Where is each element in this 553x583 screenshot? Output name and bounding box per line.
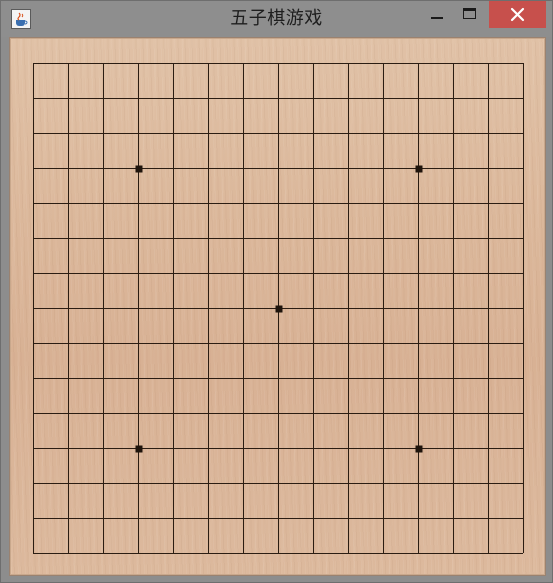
- game-window: 五子棋游戏: [0, 0, 553, 583]
- star-point: [275, 305, 283, 313]
- star-point: [415, 445, 423, 453]
- board-frame: [9, 37, 546, 576]
- maximize-icon: [463, 8, 476, 19]
- maximize-button[interactable]: [456, 1, 484, 28]
- minimize-button[interactable]: [422, 1, 450, 28]
- star-point: [415, 165, 423, 173]
- minimize-icon: [431, 17, 443, 19]
- star-point: [135, 445, 143, 453]
- board-grid[interactable]: [11, 39, 544, 574]
- title-bar[interactable]: 五子棋游戏: [1, 1, 552, 37]
- gomoku-board[interactable]: [11, 39, 544, 574]
- close-button[interactable]: [489, 1, 546, 28]
- close-icon: [510, 7, 525, 22]
- star-point: [135, 165, 143, 173]
